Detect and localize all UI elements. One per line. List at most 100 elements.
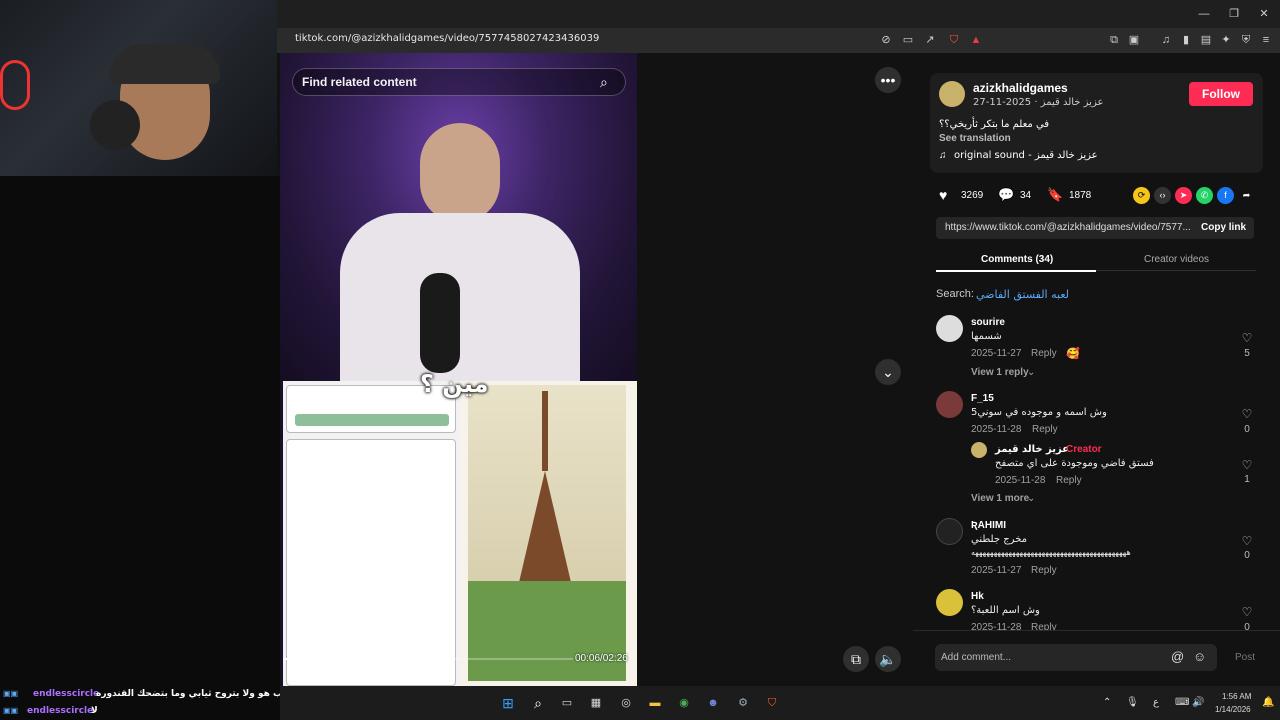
emoji-icon[interactable]: ☺ [1193, 649, 1206, 664]
comment-avatar[interactable] [936, 315, 963, 342]
obs-icon[interactable]: ◎ [617, 694, 635, 712]
clock-date[interactable]: 1/14/2026 [1215, 705, 1251, 714]
steam-icon[interactable]: ⚙ [734, 694, 752, 712]
repost-icon[interactable]: ⟳ [1133, 187, 1150, 204]
more-options-icon[interactable]: ••• [875, 67, 901, 93]
reply-button[interactable]: Reply [1056, 475, 1082, 486]
wallet-icon[interactable]: ▤ [1198, 32, 1214, 48]
no-eye-icon[interactable]: ⊘ [878, 32, 894, 48]
brave-icon[interactable]: ⛉ [763, 694, 781, 712]
volume-icon[interactable]: 🔈 [875, 646, 901, 672]
comment-text: وش اسمه و موجوده في سوني5 [971, 407, 1107, 418]
mention-icon[interactable]: @ [1171, 649, 1184, 664]
heart-icon[interactable]: ♡ [1239, 534, 1255, 548]
chat-badge-icon: ▣▣ [3, 706, 19, 715]
input-language[interactable]: ع [1153, 697, 1159, 708]
comment-like-count: 0 [1244, 424, 1250, 435]
eiffel-tower-image [460, 381, 637, 686]
like-icon[interactable]: ♥ [939, 187, 947, 203]
comment-avatar[interactable] [936, 589, 963, 616]
close-icon[interactable]: ✕ [1256, 6, 1272, 22]
game-ui-screenshot [283, 381, 460, 686]
comment-username[interactable]: F_15 [971, 393, 994, 404]
cast-icon[interactable]: ▭ [900, 32, 916, 48]
pip-icon[interactable]: ⧉ [843, 646, 869, 672]
creator-avatar[interactable] [939, 81, 965, 107]
sidebar-icon[interactable]: ▮ [1178, 32, 1194, 48]
reply-button[interactable]: Reply [1031, 565, 1057, 576]
task-view-icon[interactable]: ▭ [558, 694, 576, 712]
file-explorer-icon[interactable]: ▬ [646, 694, 664, 712]
clock-time[interactable]: 1:56 AM [1222, 692, 1251, 701]
windows-start-icon[interactable]: ⊞ [499, 694, 517, 712]
brave-rewards-icon[interactable]: ▲ [968, 32, 984, 48]
speaker-icon[interactable]: 🔊 [1192, 697, 1204, 708]
store-icon[interactable]: ▦ [587, 694, 605, 712]
chrome-icon[interactable]: ◉ [675, 694, 693, 712]
microphone-icon[interactable]: 🎙 [1126, 697, 1139, 708]
comment-avatar[interactable] [936, 391, 963, 418]
url-text[interactable]: tiktok.com/@azizkhalidgames/video/757745… [295, 33, 599, 44]
network-icon[interactable]: ⌨ [1175, 697, 1189, 708]
brave-shield-icon[interactable]: ⛉ [946, 32, 962, 48]
heart-icon[interactable]: ♡ [1239, 458, 1255, 472]
comment-avatar[interactable] [936, 518, 963, 545]
chat-username[interactable]: endlesscircle [27, 706, 93, 716]
tab-comments[interactable]: Comments (34) [981, 254, 1053, 265]
reply-button[interactable]: Reply [1032, 424, 1058, 435]
video-timestamp: 00:06/02:26 [575, 653, 628, 664]
comment-icon[interactable]: 💬 [998, 187, 1014, 203]
view-more-button[interactable]: View 1 more [971, 493, 1029, 504]
restore-icon[interactable]: ❐ [1226, 6, 1242, 22]
creator-username[interactable]: azizkhalidgames [973, 81, 1068, 95]
see-translation-link[interactable]: See translation [939, 133, 1011, 144]
chat-username[interactable]: endlesscircle [33, 689, 99, 699]
discord-icon[interactable]: ☻ [704, 694, 722, 712]
notifications-icon[interactable]: 🔔 [1262, 697, 1274, 708]
reply-username[interactable]: عزيز خالد قيمز [995, 444, 1069, 455]
leo-icon[interactable]: ✦ [1218, 32, 1234, 48]
search-icon[interactable]: ⌕ [600, 74, 608, 91]
share-page-icon[interactable]: ↗ [922, 32, 938, 48]
send-icon[interactable]: ➤ [1175, 187, 1192, 204]
embed-icon[interactable]: ‹› [1154, 187, 1171, 204]
comment-username[interactable]: sourire [971, 317, 1005, 328]
sound-name[interactable]: original sound - عزيز خالد قيمز [954, 150, 1098, 161]
vpn-icon[interactable]: ⛨ [1238, 32, 1254, 48]
reply-button[interactable]: Reply [1031, 622, 1057, 630]
music-icon[interactable]: ♫ [1158, 32, 1174, 48]
creator-liked-icon: 🥰 [1066, 348, 1080, 360]
bookmark-icon[interactable]: 🔖 [1047, 187, 1063, 203]
reply-avatar[interactable] [971, 442, 987, 458]
search-icon[interactable]: ⌕ [529, 694, 547, 712]
comment-username[interactable]: Hk [971, 591, 984, 602]
post-button[interactable]: Post [1235, 652, 1255, 663]
microphone-graphic [420, 273, 460, 373]
video-caption: مين ؟ [420, 370, 489, 398]
whatsapp-icon[interactable]: ✆ [1196, 187, 1213, 204]
heart-icon[interactable]: ♡ [1239, 407, 1255, 421]
game-button [295, 414, 449, 426]
tray-chevron-icon[interactable]: ⌃ [1103, 697, 1111, 708]
heart-icon[interactable]: ♡ [1239, 605, 1255, 619]
screenshot-icon[interactable]: ▣ [1126, 32, 1142, 48]
tab-creator-videos[interactable]: Creator videos [1144, 254, 1209, 265]
follow-button[interactable]: Follow [1189, 82, 1253, 106]
menu-icon[interactable]: ≡ [1258, 32, 1274, 48]
reply-like-count: 1 [1244, 474, 1250, 485]
facebook-icon[interactable]: f [1217, 187, 1234, 204]
share-arrow-icon[interactable]: ➦ [1238, 187, 1255, 204]
next-video-chevron-icon[interactable]: ⌄ [875, 359, 901, 385]
extensions-icon[interactable]: ⧉ [1106, 32, 1122, 48]
comment-username[interactable]: ƦAHIMI [971, 520, 1006, 531]
heart-icon[interactable]: ♡ [1239, 331, 1255, 345]
minimize-icon[interactable]: — [1196, 6, 1212, 22]
reply-button[interactable]: Reply [1031, 348, 1057, 359]
chevron-down-icon[interactable]: ⌄ [1027, 493, 1035, 504]
chevron-down-icon[interactable]: ⌄ [1027, 367, 1035, 378]
view-replies-button[interactable]: View 1 reply [971, 367, 1029, 378]
video-description: في معلم ما بتكر ثأريخي؟؟ [939, 119, 1050, 130]
progress-track[interactable] [283, 658, 573, 660]
search-suggestion-query[interactable]: لعبه الفستق الفاضي [976, 288, 1069, 301]
copy-link-button[interactable]: Copy link [1201, 222, 1246, 233]
